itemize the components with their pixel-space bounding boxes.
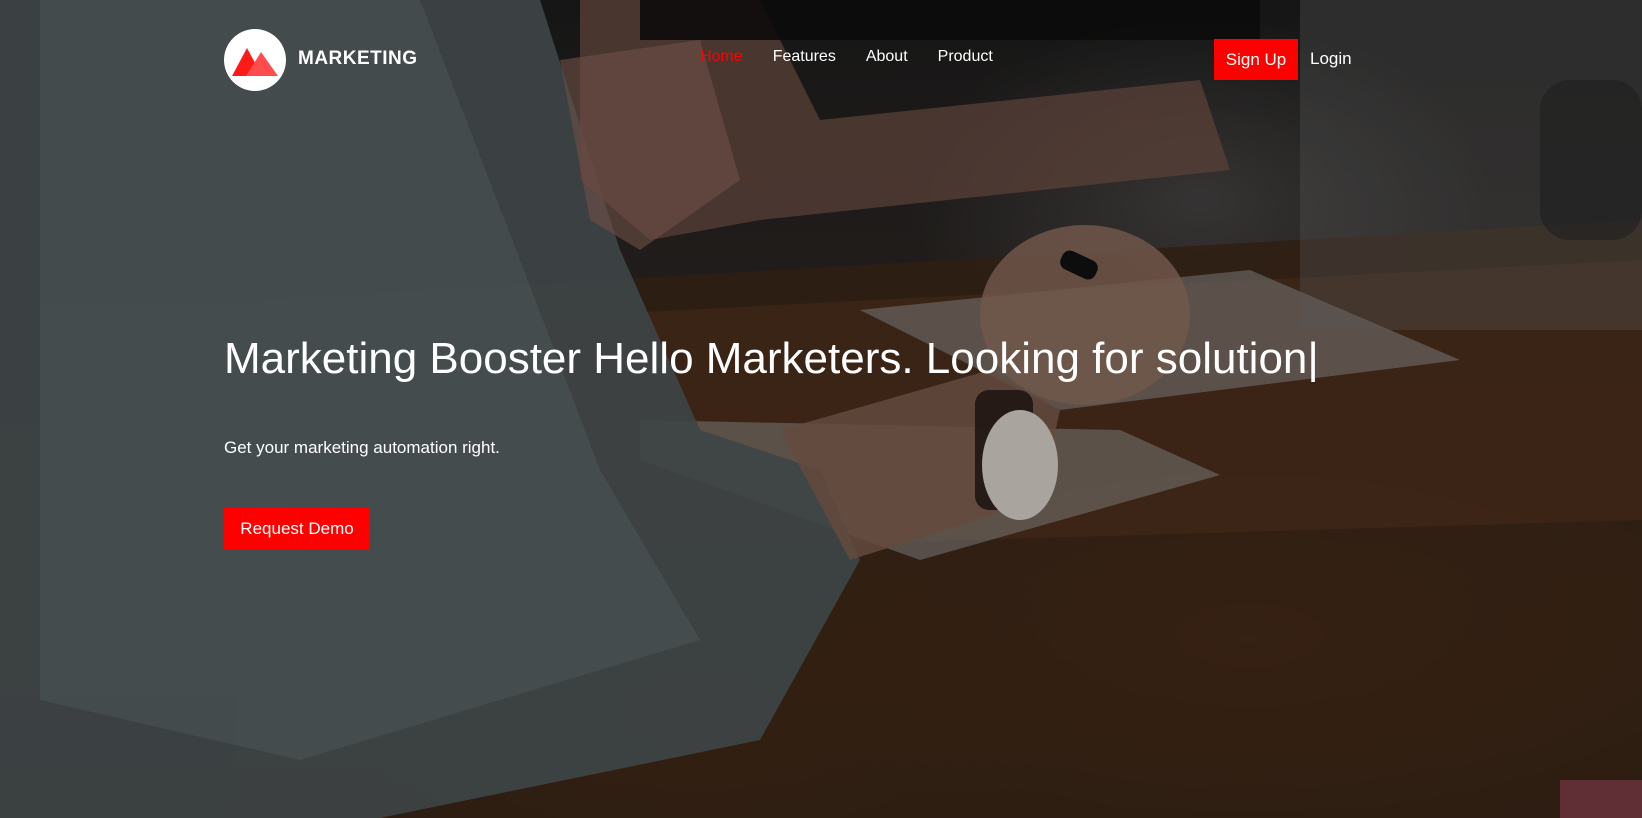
dark-overlay xyxy=(0,0,1642,818)
mountain-logo-icon xyxy=(232,48,278,76)
nav-item-features[interactable]: Features xyxy=(773,48,836,66)
logo[interactable] xyxy=(224,29,286,91)
nav-item-about[interactable]: About xyxy=(866,48,908,66)
login-link[interactable]: Login xyxy=(1310,49,1352,69)
hero-subline: Get your marketing automation right. xyxy=(224,438,500,457)
nav-item-product[interactable]: Product xyxy=(938,48,993,66)
brand-name[interactable]: MARKETING xyxy=(298,48,418,70)
hero-headline: Marketing Booster Hello Marketers. Looki… xyxy=(224,334,1319,383)
top-navbar: MARKETING Home Features About Product Si… xyxy=(0,0,1642,120)
nav-item-home[interactable]: Home xyxy=(700,48,743,66)
signup-button[interactable]: Sign Up xyxy=(1214,39,1298,80)
main-menu: Home Features About Product xyxy=(700,48,1023,66)
hero-section: MARKETING Home Features About Product Si… xyxy=(0,0,1642,818)
request-demo-button[interactable]: Request Demo xyxy=(224,507,370,550)
